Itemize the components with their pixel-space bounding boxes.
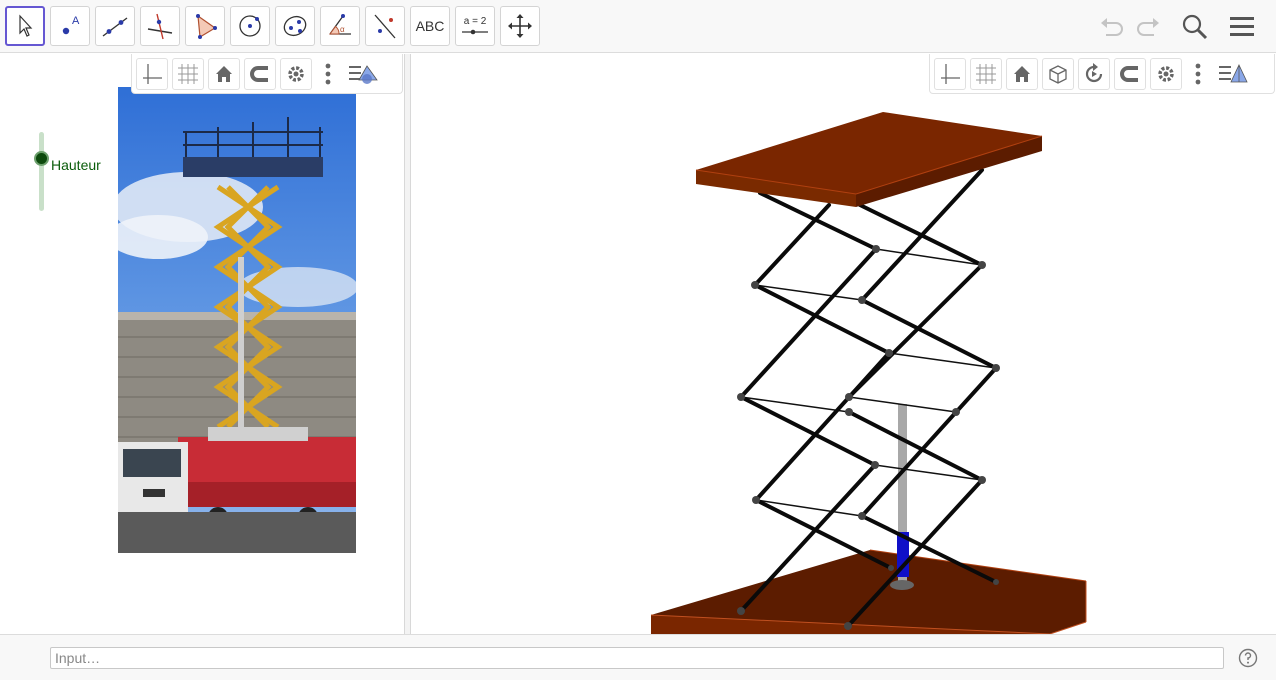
axes-icon xyxy=(941,63,960,84)
view-toggle-button[interactable] xyxy=(346,58,380,90)
view-toggle-icon xyxy=(1219,63,1248,82)
axes-toggle-button[interactable] xyxy=(136,57,168,90)
settings-3d-button[interactable] xyxy=(1150,57,1182,90)
reflect-tool[interactable] xyxy=(365,6,405,46)
reflect-icon xyxy=(374,14,396,39)
slider-tool[interactable]: a = 2 xyxy=(455,6,495,46)
rotate-view-button[interactable] xyxy=(1078,57,1110,90)
ellipse-icon xyxy=(283,15,307,37)
text-tool[interactable]: ABC xyxy=(410,6,450,46)
perpendicular-icon xyxy=(147,13,173,40)
more-options-button[interactable] xyxy=(316,58,340,90)
graphics-3d-view[interactable] xyxy=(411,54,1276,634)
gear-icon xyxy=(1158,65,1174,82)
menu-icon xyxy=(1230,17,1254,36)
magnet-icon xyxy=(1120,65,1138,82)
circle-center-icon xyxy=(239,15,261,37)
redo-button[interactable] xyxy=(1132,10,1166,44)
rotate-icon xyxy=(1085,62,1103,82)
axes-toggle-3d-button[interactable] xyxy=(934,57,966,90)
move-tool[interactable] xyxy=(5,6,45,46)
move-view-tool[interactable] xyxy=(500,6,540,46)
line-tool[interactable] xyxy=(95,6,135,46)
point-tool[interactable]: A xyxy=(50,6,90,46)
angle-glyph: α xyxy=(340,25,345,34)
angle-tool[interactable]: α xyxy=(320,6,360,46)
magnet-icon xyxy=(250,65,268,82)
line-icon xyxy=(102,17,128,37)
more-icon xyxy=(325,63,331,84)
hauteur-slider-label: Hauteur xyxy=(51,157,101,173)
graphics-style-bar xyxy=(131,54,403,94)
angle-icon: α xyxy=(329,14,351,35)
point-glyph: A xyxy=(72,15,80,27)
search-icon xyxy=(1182,14,1208,40)
point-capture-button[interactable] xyxy=(244,57,276,90)
slider-icon: a = 2 xyxy=(460,16,490,36)
hauteur-slider-track[interactable] xyxy=(39,132,44,211)
grid-icon xyxy=(178,63,198,84)
main-toolbar: A α ABC a = 2 xyxy=(0,0,1276,53)
more-icon xyxy=(1195,63,1201,84)
grid-icon xyxy=(976,63,996,84)
help-icon[interactable] xyxy=(1238,648,1258,668)
move-arrows-icon xyxy=(508,14,532,38)
grid-toggle-button[interactable] xyxy=(172,57,204,90)
triangle-icon xyxy=(196,14,217,39)
scissor-lift-photo xyxy=(118,87,356,553)
view-toggle-icon xyxy=(349,64,378,84)
point-icon: A xyxy=(62,15,80,35)
slider-tool-label: a = 2 xyxy=(463,16,487,27)
undo-icon xyxy=(1101,18,1123,36)
panel-divider[interactable] xyxy=(404,54,411,634)
polygon-tool[interactable] xyxy=(185,6,225,46)
axes-icon xyxy=(143,63,162,84)
perpendicular-tool[interactable] xyxy=(140,6,180,46)
undo-button[interactable] xyxy=(1094,10,1128,44)
redo-icon xyxy=(1137,18,1159,36)
point-capture-3d-button[interactable] xyxy=(1114,57,1146,90)
home-icon xyxy=(216,65,232,82)
view-direction-button[interactable] xyxy=(1042,57,1074,90)
cube-view-icon xyxy=(1049,64,1067,84)
view-toggle-3d-button[interactable] xyxy=(1216,58,1250,90)
input-bar xyxy=(0,634,1276,680)
home-view-3d-button[interactable] xyxy=(1006,57,1038,90)
home-view-button[interactable] xyxy=(208,57,240,90)
more-options-3d-button[interactable] xyxy=(1186,58,1210,90)
gear-icon xyxy=(288,65,304,82)
conic-tool[interactable] xyxy=(275,6,315,46)
graphics-3d-style-bar xyxy=(929,54,1275,94)
cursor-arrow-icon xyxy=(19,14,33,37)
menu-button[interactable] xyxy=(1225,10,1259,44)
circle-tool[interactable] xyxy=(230,6,270,46)
search-button[interactable] xyxy=(1178,10,1212,44)
text-tool-label: ABC xyxy=(415,18,445,34)
settings-button[interactable] xyxy=(280,57,312,90)
hauteur-slider-knob[interactable] xyxy=(34,150,49,166)
grid-toggle-3d-button[interactable] xyxy=(970,57,1002,90)
home-icon xyxy=(1014,65,1030,82)
algebra-input[interactable] xyxy=(50,647,1224,669)
